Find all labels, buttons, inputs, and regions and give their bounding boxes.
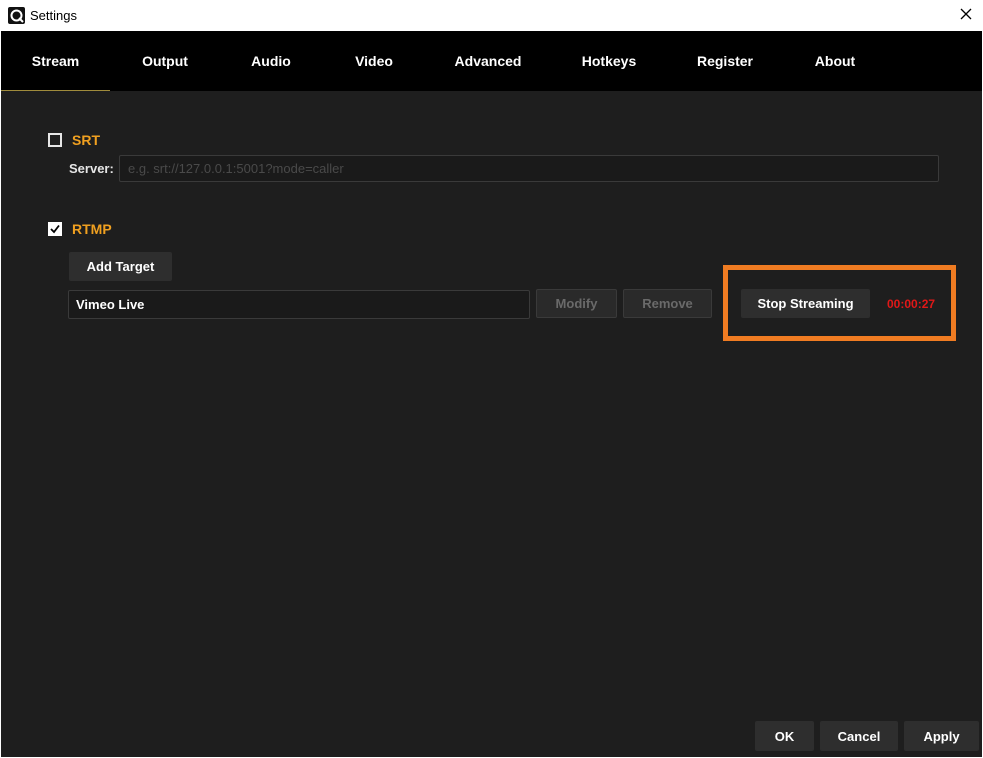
srt-label: SRT bbox=[72, 132, 100, 148]
tab-register[interactable]: Register bbox=[668, 31, 782, 91]
stream-settings: SRT Server: RTMP Add Target Vimeo Live M… bbox=[1, 91, 982, 757]
rtmp-label: RTMP bbox=[72, 221, 112, 237]
cancel-button[interactable]: Cancel bbox=[820, 721, 898, 751]
srt-server-input[interactable] bbox=[119, 155, 939, 182]
window-title: Settings bbox=[30, 8, 77, 23]
close-button[interactable] bbox=[949, 0, 983, 31]
checkmark-icon bbox=[50, 224, 60, 234]
close-icon bbox=[960, 7, 972, 25]
tab-hotkeys[interactable]: Hotkeys bbox=[550, 31, 668, 91]
tab-output[interactable]: Output bbox=[110, 31, 220, 91]
stream-timer: 00:00:27 bbox=[887, 297, 936, 311]
stream-target-item[interactable]: Vimeo Live bbox=[68, 290, 530, 319]
add-target-button[interactable]: Add Target bbox=[69, 252, 172, 281]
title-bar: Settings bbox=[0, 0, 983, 31]
modify-button[interactable]: Modify bbox=[536, 289, 617, 318]
settings-panel: Stream Output Audio Video Advanced Hotke… bbox=[1, 31, 982, 757]
tab-advanced[interactable]: Advanced bbox=[426, 31, 550, 91]
tab-video[interactable]: Video bbox=[322, 31, 426, 91]
app-logo-icon bbox=[8, 7, 25, 24]
remove-button[interactable]: Remove bbox=[623, 289, 712, 318]
rtmp-checkbox[interactable] bbox=[48, 222, 62, 236]
apply-button[interactable]: Apply bbox=[904, 721, 979, 751]
tab-about[interactable]: About bbox=[782, 31, 888, 91]
stop-streaming-button[interactable]: Stop Streaming bbox=[741, 289, 870, 318]
server-label: Server: bbox=[69, 161, 114, 176]
tab-audio[interactable]: Audio bbox=[220, 31, 322, 91]
tab-bar: Stream Output Audio Video Advanced Hotke… bbox=[1, 31, 982, 91]
tab-stream[interactable]: Stream bbox=[1, 31, 110, 91]
srt-checkbox[interactable] bbox=[48, 133, 62, 147]
ok-button[interactable]: OK bbox=[755, 721, 814, 751]
